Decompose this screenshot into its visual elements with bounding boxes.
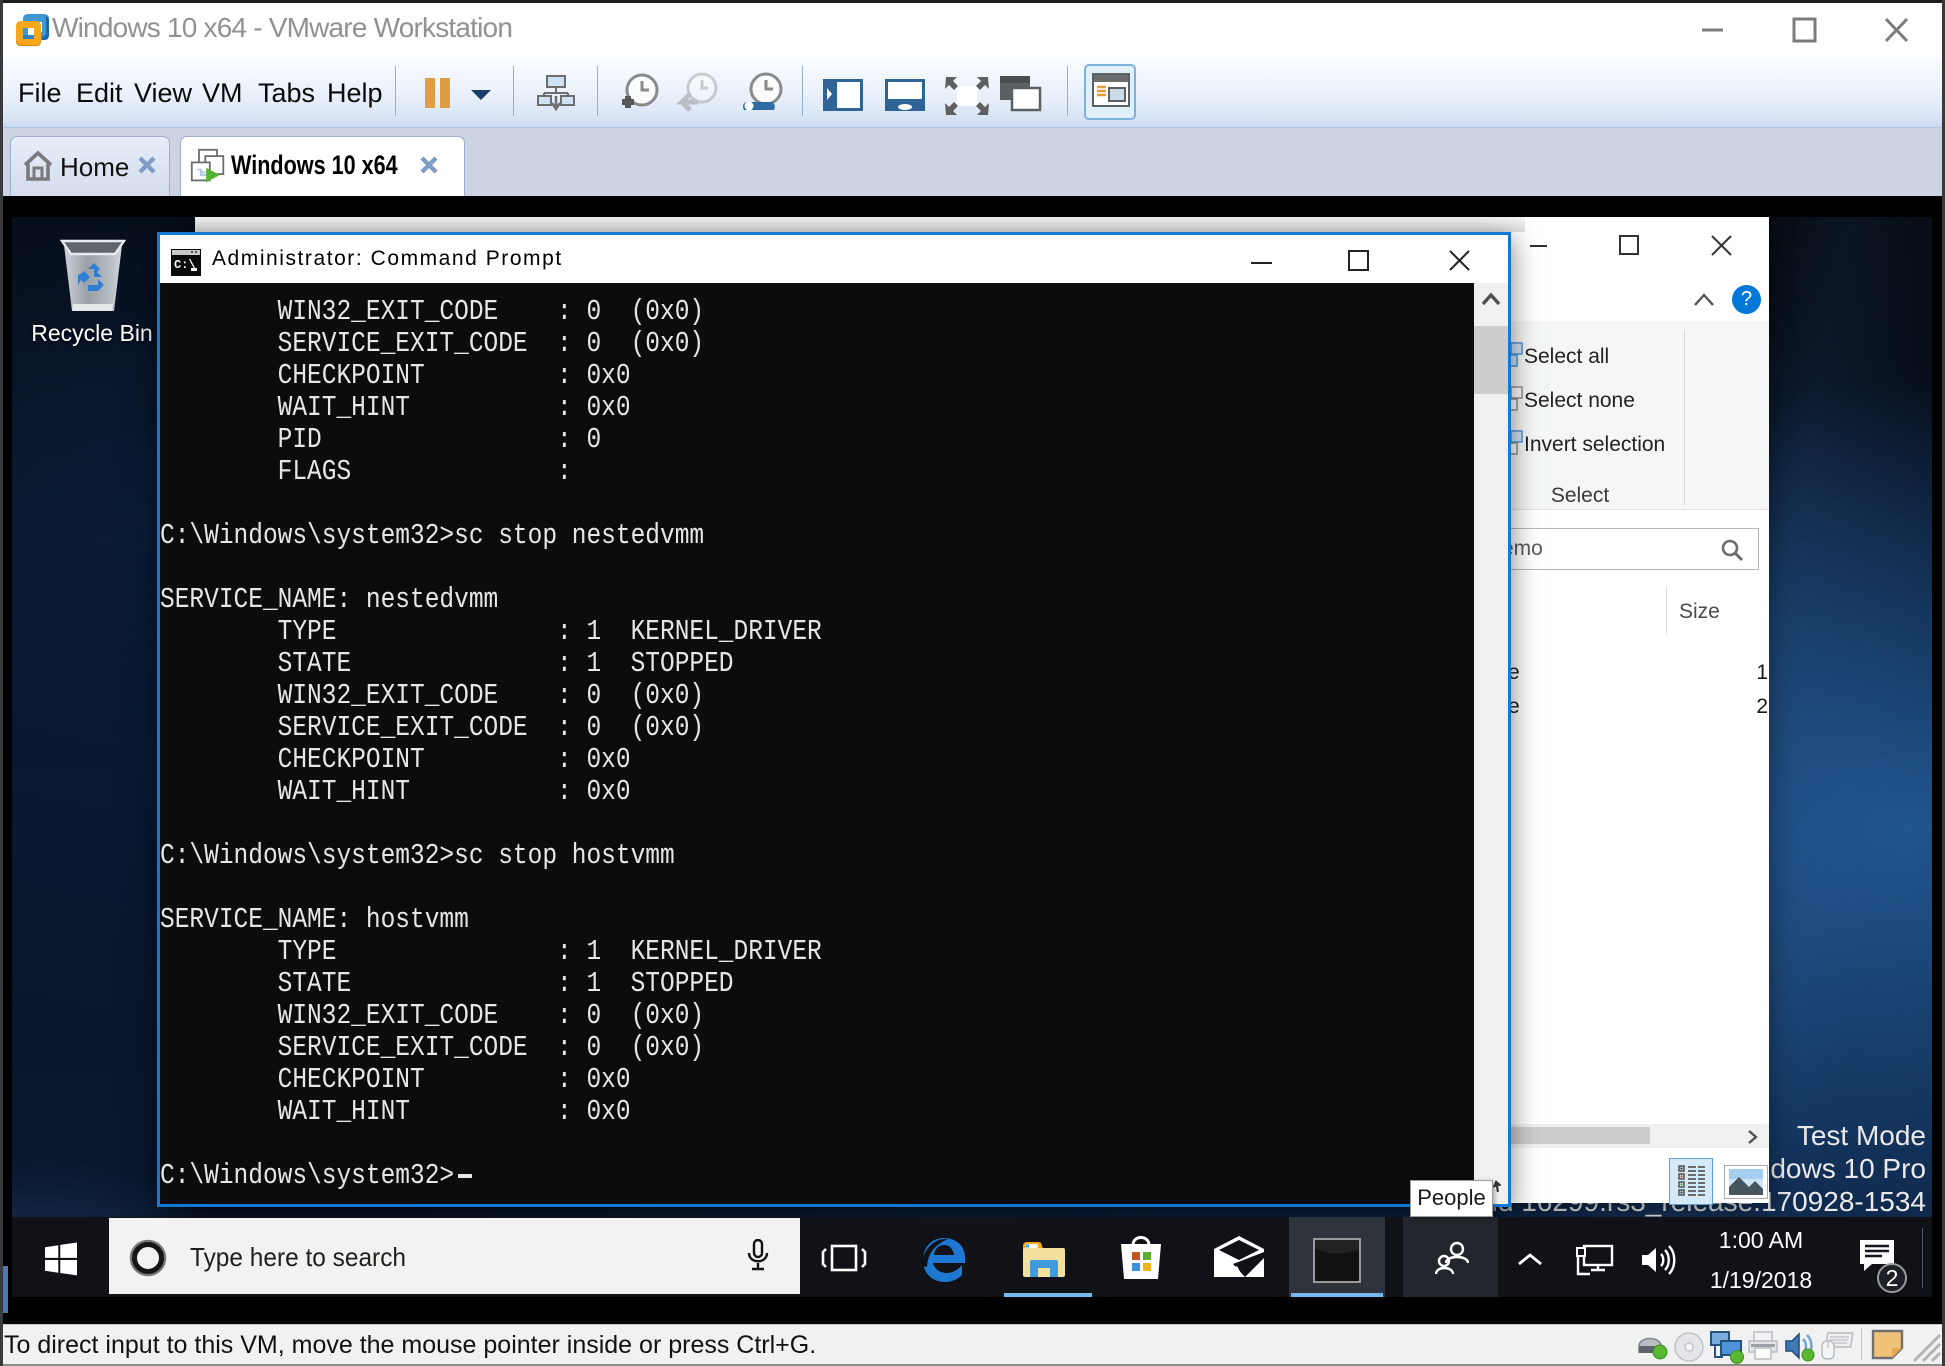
svg-text:2: 2 <box>1886 1265 1899 1291</box>
